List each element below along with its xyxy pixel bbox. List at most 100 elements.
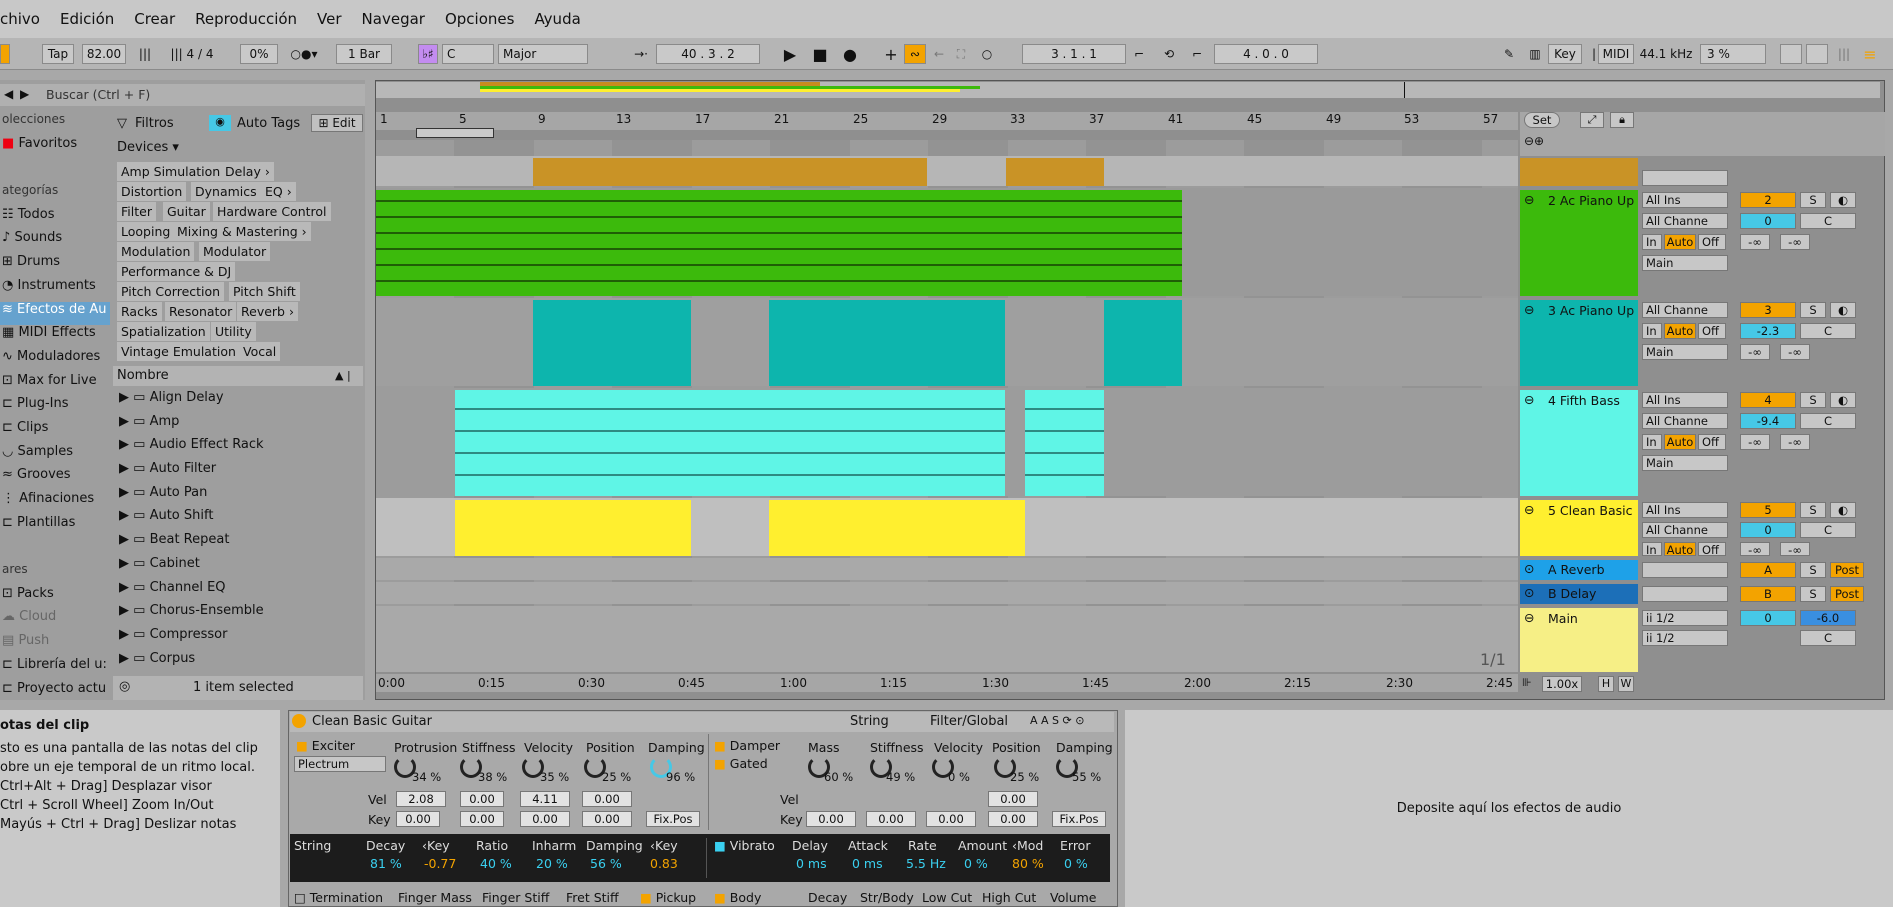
session-record-icon[interactable]: ○ — [978, 44, 996, 64]
track-activator[interactable]: 4 — [1740, 392, 1796, 408]
exciter-type-select[interactable]: Plectrum — [294, 756, 386, 772]
tag-guitar[interactable]: Guitar — [163, 202, 210, 221]
send-a[interactable]: -∞ — [1740, 542, 1770, 556]
damper-fixpos-button[interactable]: Fix.Pos — [1052, 811, 1106, 827]
list-item[interactable]: ▶ ▭ Channel EQ — [113, 580, 363, 604]
tag-vintage-emulation[interactable]: Vintage Emulation — [117, 342, 240, 361]
menu-crear[interactable]: Crear — [134, 10, 175, 28]
post-button[interactable]: Post — [1830, 586, 1864, 602]
solo-button[interactable]: S — [1800, 392, 1826, 408]
return-a-io[interactable] — [1642, 562, 1728, 578]
follow-icon[interactable]: →· — [628, 44, 654, 64]
place-sounds[interactable]: ♪ Sounds — [0, 230, 110, 254]
input-type-select[interactable]: All Ins — [1642, 192, 1728, 208]
send-a[interactable]: -∞ — [1740, 434, 1770, 450]
fixpos-button[interactable]: Fix.Pos — [646, 811, 700, 827]
list-item[interactable]: ▶ ▭ Corpus — [113, 651, 363, 675]
list-item[interactable]: ▶ ▭ Amp — [113, 414, 363, 438]
position-field[interactable]: 40 . 3 . 2 — [656, 44, 760, 64]
link-indicator[interactable] — [0, 44, 10, 64]
return-header-a[interactable]: ⊙ A Reverb — [1520, 560, 1638, 580]
place-samples[interactable]: ◡ Samples — [0, 444, 110, 468]
damper-key-value[interactable]: 0.00 — [866, 811, 916, 827]
tag-resonator[interactable]: Resonator — [165, 302, 237, 321]
back-to-arrangement-icon[interactable]: ← — [930, 44, 948, 64]
groove-amount[interactable]: 0% — [240, 44, 278, 64]
clip-yellow-1[interactable] — [455, 500, 691, 556]
track-activator[interactable]: B — [1740, 586, 1796, 602]
overdub-icon[interactable]: + — [882, 44, 900, 64]
tag-mixing-mastering[interactable]: Mixing & Mastering › — [173, 222, 311, 241]
tag-utility[interactable]: Utility — [211, 322, 256, 341]
autotags-label[interactable]: Auto Tags — [237, 116, 300, 131]
track-header-2[interactable]: ⊖ 2 Ac Piano Up — [1520, 190, 1638, 296]
place-plugins[interactable]: ⊏ Plug-Ins — [0, 396, 110, 420]
place-packs[interactable]: ⊡ Packs — [0, 586, 110, 610]
vel-value[interactable]: 0.00 — [460, 791, 504, 807]
track-activator[interactable]: 3 — [1740, 302, 1796, 318]
main-cue-volume[interactable]: -6.0 — [1800, 610, 1856, 626]
w-button[interactable]: W — [1618, 676, 1634, 692]
key-value[interactable]: 0.00 — [460, 811, 504, 827]
string-param-value[interactable]: -0.77 — [424, 856, 456, 871]
main-volume[interactable]: 0 — [1740, 610, 1796, 626]
audio-effects-dropzone[interactable]: Deposite aquí los efectos de audio — [1125, 710, 1893, 907]
list-item[interactable]: ▶ ▭ Auto Shift — [113, 508, 363, 532]
send-b[interactable]: -∞ — [1780, 434, 1810, 450]
nav-back-icon[interactable]: ⊖⊕ — [1524, 134, 1544, 148]
monitor-in[interactable]: In — [1642, 234, 1662, 250]
place-instruments[interactable]: ◔ Instruments — [0, 278, 110, 302]
tab-filter-global[interactable]: Filter/Global — [930, 714, 1008, 729]
place-templates[interactable]: ⊏ Plantillas — [0, 515, 110, 539]
string-param-value[interactable]: 0.83 — [650, 856, 678, 871]
place-midi-effects[interactable]: ▦ MIDI Effects — [0, 325, 110, 349]
place-audio-effects[interactable]: ≋ Efectos de Au — [0, 301, 110, 326]
device-name[interactable]: Clean Basic Guitar — [312, 714, 432, 729]
quantize-select[interactable]: 1 Bar — [336, 44, 392, 64]
output-select[interactable]: Main — [1642, 255, 1728, 271]
record-icon[interactable]: ● — [840, 44, 860, 64]
search-input[interactable]: Buscar (Ctrl + F) — [46, 87, 150, 102]
list-item[interactable]: ▶ ▭ Align Delay — [113, 390, 363, 414]
exciter-label[interactable]: ■ Exciter — [296, 738, 355, 753]
fold-all-icon[interactable]: ⊪ — [1522, 676, 1532, 689]
clip-cyan[interactable] — [455, 390, 1005, 496]
preview-icon[interactable]: ◎ — [119, 679, 130, 694]
list-item[interactable]: ▶ ▭ Chorus-Ensemble — [113, 603, 363, 627]
key-select[interactable]: C — [442, 44, 494, 64]
key-value[interactable]: 0.00 — [396, 811, 440, 827]
expand-tracks-icon[interactable]: ⤢ — [1580, 112, 1604, 128]
input-channel-select[interactable]: All Channe — [1642, 413, 1728, 429]
place-favoritos[interactable]: ■ Favoritos — [0, 136, 110, 160]
zoom-field[interactable]: 1.00x — [1542, 676, 1582, 692]
monitor-off[interactable]: Off — [1698, 323, 1726, 339]
eye-icon[interactable]: ◉ — [209, 115, 231, 131]
damper-label[interactable]: ■ Damper — [714, 738, 780, 753]
devices-dropdown[interactable]: Devices ▾ — [117, 140, 179, 155]
send-b[interactable]: -∞ — [1780, 542, 1810, 556]
output-select[interactable]: Main — [1642, 344, 1728, 360]
punch-out-icon[interactable]: ⌐ — [1186, 44, 1208, 64]
tag-performance-dj[interactable]: Performance & DJ — [117, 262, 236, 281]
tag-modulation[interactable]: Modulation — [117, 242, 195, 261]
damper-key-value[interactable]: 0.00 — [926, 811, 976, 827]
track-name[interactable]: A Reverb — [1548, 562, 1605, 577]
loop-icon[interactable]: ⟲ — [1158, 44, 1180, 64]
keyboard-icon[interactable]: ▥ — [1524, 44, 1546, 64]
device-extra-icons[interactable]: A A S ⟳ ⊙ — [1030, 714, 1084, 727]
volume-field[interactable]: -9.4 — [1740, 413, 1796, 429]
play-circle-icon[interactable]: ⊙ — [1524, 561, 1534, 576]
loop-brace[interactable] — [416, 128, 494, 138]
string-param-value[interactable]: 56 % — [590, 856, 622, 871]
capture-icon[interactable]: ⛶ — [952, 44, 970, 64]
tab-string[interactable]: String — [850, 714, 889, 729]
track-name[interactable]: 3 Ac Piano Up — [1548, 303, 1634, 318]
monitor-off[interactable]: Off — [1698, 234, 1726, 250]
string-param-value[interactable]: 40 % — [480, 856, 512, 871]
h-button[interactable]: H — [1598, 676, 1614, 692]
track-name[interactable]: 5 Clean Basic — [1548, 503, 1632, 518]
monitor-auto[interactable]: Auto — [1664, 323, 1696, 339]
tag-amp-simulation[interactable]: Amp Simulation — [117, 162, 225, 181]
monitor-in[interactable]: In — [1642, 542, 1662, 556]
track-name[interactable]: 4 Fifth Bass — [1548, 393, 1620, 408]
